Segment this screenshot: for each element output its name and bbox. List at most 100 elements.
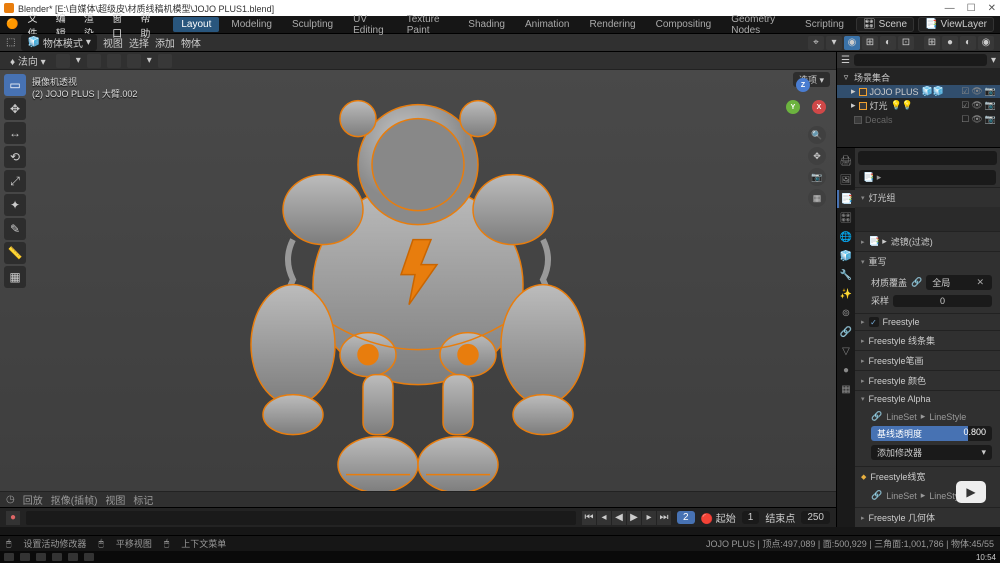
taskbar-app-icon[interactable] xyxy=(84,553,94,561)
nav-gizmo[interactable]: Z Y X xyxy=(780,78,826,124)
tool-select[interactable]: ▭ xyxy=(4,74,26,96)
timeline-editor-icon[interactable]: ◷ xyxy=(6,494,15,505)
end-frame[interactable]: 250 xyxy=(801,511,830,524)
base-alpha-slider[interactable]: 基线透明度0.800 xyxy=(871,426,992,441)
header-select[interactable]: 选择 xyxy=(129,35,149,50)
shading-solid-icon[interactable]: ● xyxy=(942,36,958,50)
tool-move[interactable]: ↔ xyxy=(4,122,26,144)
outliner-item-jojo[interactable]: ▸ JOJO PLUS 🧊🧊 ☑👁📷 xyxy=(837,85,1000,98)
tool-add[interactable]: ▦ xyxy=(4,266,26,288)
nav-zoom-icon[interactable]: 🔍 xyxy=(808,126,826,144)
tab-uv[interactable]: UV Editing xyxy=(345,12,395,38)
tab-texpaint[interactable]: Texture Paint xyxy=(399,12,457,38)
panel-rewrite[interactable]: ▾重写 xyxy=(855,252,1000,271)
jump-end-icon[interactable]: ⏭ xyxy=(657,511,671,525)
eye-icon[interactable]: 👁 xyxy=(971,86,982,97)
shading-render-icon[interactable]: ◉ xyxy=(978,36,994,50)
play-rev-icon[interactable]: ◀ xyxy=(612,511,626,525)
header-object[interactable]: 物体 xyxy=(181,35,201,50)
footer-keying[interactable]: 抠像(插帧) xyxy=(51,492,98,507)
panel-freestyle[interactable]: ▸✓Freestyle xyxy=(855,314,1000,330)
outliner-root[interactable]: ▿ 场景集合 xyxy=(837,70,1000,85)
taskbar-start-icon[interactable] xyxy=(4,553,14,561)
footer-marker[interactable]: 标记 xyxy=(133,492,153,507)
add-modifier-dropdown[interactable]: 添加修改器▾ xyxy=(871,445,992,460)
axis-y[interactable]: Y xyxy=(786,100,800,114)
extra-icon[interactable] xyxy=(158,54,172,68)
footer-view[interactable]: 视图 xyxy=(105,492,125,507)
taskbar-app-icon[interactable] xyxy=(52,553,62,561)
panel-fs-lineset[interactable]: ▸Freestyle 线条集 xyxy=(855,331,1000,350)
autokey-icon[interactable]: ● xyxy=(6,511,20,525)
ptab-viewlayer-icon[interactable]: 📑 xyxy=(837,190,855,208)
panel-fs-alpha[interactable]: ▾Freestyle Alpha xyxy=(855,391,1000,407)
header-add[interactable]: 添加 xyxy=(155,35,175,50)
render-icon[interactable]: 📷 xyxy=(985,86,996,97)
tool-transform[interactable]: ✦ xyxy=(4,194,26,216)
ptab-mesh-icon[interactable]: ▽ xyxy=(837,342,855,360)
axis-z[interactable]: Z xyxy=(796,78,810,92)
ptab-world-icon[interactable]: 🌐 xyxy=(837,228,855,246)
viewlayer-selector[interactable]: 📑 ViewLayer xyxy=(918,17,994,32)
header-view[interactable]: 视图 xyxy=(103,35,123,50)
ptab-particle-icon[interactable]: ✨ xyxy=(837,285,855,303)
link-icon[interactable]: 🔗 xyxy=(871,411,882,422)
clear-icon[interactable]: ✕ xyxy=(974,277,986,288)
pivot-icon[interactable] xyxy=(87,54,101,68)
sample-field[interactable]: 0 xyxy=(893,295,992,307)
tool-annotate[interactable]: ✎ xyxy=(4,218,26,240)
snap2-icon[interactable] xyxy=(107,54,121,68)
ptab-scene-icon[interactable]: 🎛 xyxy=(837,209,855,227)
ptab-texture-icon[interactable]: ▦ xyxy=(837,380,855,398)
ptab-physics-icon[interactable]: ⊚ xyxy=(837,304,855,322)
ptab-output-icon[interactable]: 🖼 xyxy=(837,171,855,189)
tab-geonodes[interactable]: Geometry Nodes xyxy=(723,12,793,38)
video-play-overlay[interactable]: ▶ xyxy=(956,481,986,503)
linestyle-crumb[interactable]: LineStyle xyxy=(929,412,966,422)
ptab-material-icon[interactable]: ● xyxy=(837,361,855,379)
minimize-button[interactable]: — xyxy=(945,3,955,14)
taskbar-app-icon[interactable] xyxy=(20,553,30,561)
editor-type-icon[interactable]: ⬚ xyxy=(6,37,15,48)
nav-pan-icon[interactable]: ✥ xyxy=(808,147,826,165)
prev-key-icon[interactable]: ◂ xyxy=(597,511,611,525)
next-key-icon[interactable]: ▸ xyxy=(642,511,656,525)
checkbox-icon[interactable]: ☑ xyxy=(961,86,969,97)
mode-selector[interactable]: 🧊 物体模式 ▾ xyxy=(21,34,96,51)
proportional-icon[interactable]: ◉ xyxy=(844,36,860,50)
autokey-label[interactable]: 🔴 起始 xyxy=(701,510,736,525)
outliner-item-light[interactable]: ▸ 灯光 💡💡 ☑👁📷 xyxy=(837,98,1000,113)
outliner-search[interactable] xyxy=(854,54,987,66)
snap-icon[interactable]: ⌖ xyxy=(808,36,824,50)
ptab-render-icon[interactable]: 🖨 xyxy=(837,152,855,170)
tab-rendering[interactable]: Rendering xyxy=(581,17,643,32)
nav-persp-icon[interactable]: ▦ xyxy=(808,189,826,207)
ptab-constraint-icon[interactable]: 🔗 xyxy=(837,323,855,341)
tab-layout[interactable]: Layout xyxy=(173,17,219,32)
link-icon[interactable]: 🔗 xyxy=(871,490,882,501)
taskbar-clock[interactable]: 10:54 xyxy=(976,553,996,562)
link-icon[interactable]: 🔗 xyxy=(911,277,922,288)
ptab-object-icon[interactable]: 🧊 xyxy=(837,247,855,265)
taskbar-app-icon[interactable] xyxy=(36,553,46,561)
timeline-track[interactable] xyxy=(26,511,576,525)
gizmo-toggle[interactable] xyxy=(56,54,70,68)
shading-matprev-icon[interactable]: ◐ xyxy=(960,36,976,50)
panel-fs-stroke[interactable]: ▸Freestyle笔画 xyxy=(855,351,1000,370)
shading-wire-icon[interactable]: ⊞ xyxy=(924,36,940,50)
measure-dropdown[interactable]: ▾ xyxy=(147,55,152,66)
outliner-editor-icon[interactable]: ☰ xyxy=(841,55,850,66)
scene-selector[interactable]: 🎛 Scene xyxy=(856,17,914,32)
tool-scale[interactable]: ⤢ xyxy=(4,170,26,192)
tool-measure[interactable]: 📏 xyxy=(4,242,26,264)
measure-icon[interactable] xyxy=(127,54,141,68)
panel-filter[interactable]: ▸📑 ▸滤镜(过滤) xyxy=(855,232,1000,251)
overlay2-icon[interactable]: ◐ xyxy=(880,36,896,50)
nav-camera-icon[interactable]: 📷 xyxy=(808,168,826,186)
tab-shading[interactable]: Shading xyxy=(460,17,513,32)
lineset-crumb[interactable]: LineSet xyxy=(886,412,917,422)
tab-modeling[interactable]: Modeling xyxy=(223,17,280,32)
filter-icon[interactable]: ▾ xyxy=(991,55,996,66)
overlay3-icon[interactable]: ⊡ xyxy=(898,36,914,50)
play-icon[interactable]: ▶ xyxy=(627,511,641,525)
